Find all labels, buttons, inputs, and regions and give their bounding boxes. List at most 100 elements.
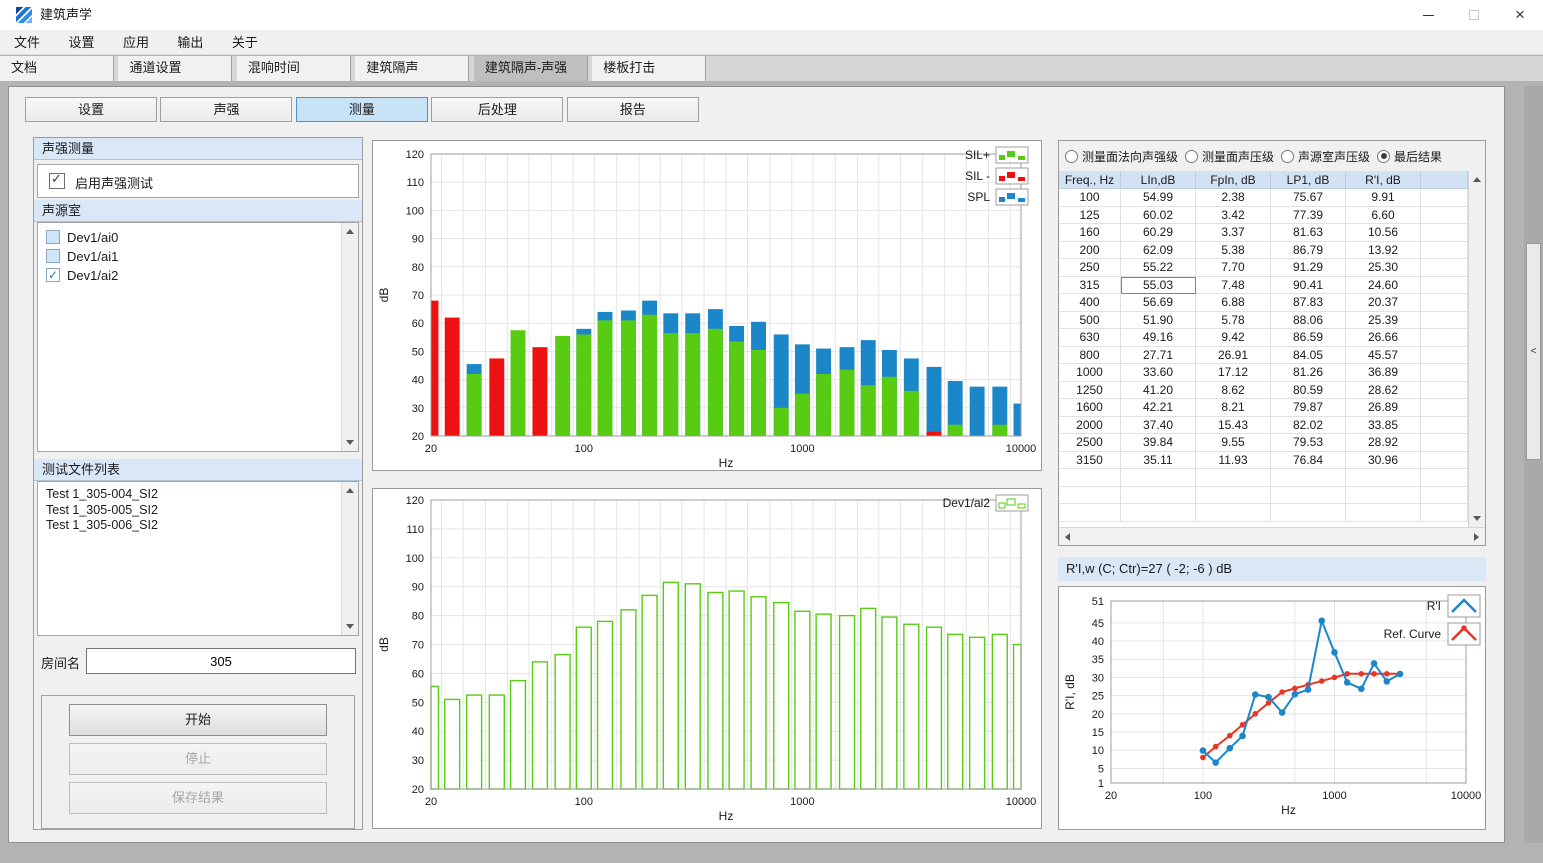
collapse-panel-button[interactable]: < bbox=[1526, 243, 1541, 460]
file-item[interactable]: Test 1_305-004_SI2 bbox=[38, 487, 358, 503]
table-cell[interactable]: 86.79 bbox=[1271, 242, 1346, 260]
table-cell[interactable]: 28.92 bbox=[1346, 434, 1421, 452]
table-cell[interactable] bbox=[1346, 504, 1421, 522]
table-cell[interactable]: 42.21 bbox=[1121, 399, 1196, 417]
menu-settings[interactable]: 设置 bbox=[56, 30, 106, 55]
table-cell[interactable]: 45.57 bbox=[1346, 347, 1421, 365]
table-cell[interactable] bbox=[1271, 504, 1346, 522]
table-cell[interactable]: 86.59 bbox=[1271, 329, 1346, 347]
table-cell[interactable]: 100 bbox=[1059, 189, 1121, 207]
table-cell[interactable]: 315 bbox=[1059, 277, 1121, 295]
scroll-up-icon[interactable] bbox=[346, 488, 354, 493]
table-cell[interactable]: 33.85 bbox=[1346, 417, 1421, 435]
table-cell[interactable]: 79.87 bbox=[1271, 399, 1346, 417]
table-cell[interactable] bbox=[1421, 452, 1468, 470]
subtab-measure[interactable]: 测量 bbox=[296, 97, 428, 122]
table-cell[interactable]: 90.41 bbox=[1271, 277, 1346, 295]
table-cell[interactable] bbox=[1421, 382, 1468, 400]
menu-output[interactable]: 输出 bbox=[165, 30, 215, 55]
scroll-down-icon[interactable] bbox=[346, 624, 354, 629]
menu-file[interactable]: 文件 bbox=[2, 30, 52, 55]
table-cell[interactable]: 25.39 bbox=[1346, 312, 1421, 330]
radio-source-room-spl[interactable]: 声源室声压级 bbox=[1281, 148, 1370, 165]
room-name-input[interactable] bbox=[86, 648, 356, 674]
menu-application[interactable]: 应用 bbox=[111, 30, 161, 55]
table-cell[interactable]: 91.29 bbox=[1271, 259, 1346, 277]
table-cell[interactable] bbox=[1421, 487, 1468, 505]
table-cell[interactable]: 30.96 bbox=[1346, 452, 1421, 470]
subtab-setup[interactable]: 设置 bbox=[25, 97, 157, 122]
tab-document[interactable]: 文档 bbox=[0, 56, 114, 81]
table-cell[interactable]: 2500 bbox=[1059, 434, 1121, 452]
table-cell[interactable]: 79.53 bbox=[1271, 434, 1346, 452]
table-cell[interactable]: 200 bbox=[1059, 242, 1121, 260]
table-cell[interactable]: 3.42 bbox=[1196, 207, 1271, 225]
table-cell[interactable]: 8.21 bbox=[1196, 399, 1271, 417]
table-cell[interactable]: 56.69 bbox=[1121, 294, 1196, 312]
table-cell[interactable]: 160 bbox=[1059, 224, 1121, 242]
table-cell[interactable] bbox=[1121, 504, 1196, 522]
table-cell[interactable] bbox=[1271, 487, 1346, 505]
table-cell[interactable]: 25.30 bbox=[1346, 259, 1421, 277]
close-button[interactable]: × bbox=[1497, 0, 1543, 30]
scroll-right-icon[interactable] bbox=[1474, 533, 1479, 541]
table-cell[interactable]: 51.90 bbox=[1121, 312, 1196, 330]
table-cell[interactable]: 27.71 bbox=[1121, 347, 1196, 365]
channel-item[interactable]: Dev1/ai0 bbox=[38, 228, 358, 247]
table-cell[interactable]: 75.67 bbox=[1271, 189, 1346, 207]
channel-item[interactable]: Dev1/ai1 bbox=[38, 247, 358, 266]
table-cell[interactable]: 54.99 bbox=[1121, 189, 1196, 207]
table-cell[interactable]: 77.39 bbox=[1271, 207, 1346, 225]
table-cell[interactable]: 800 bbox=[1059, 347, 1121, 365]
table-cell[interactable] bbox=[1196, 487, 1271, 505]
col-header-freq[interactable]: Freq., Hz bbox=[1059, 171, 1121, 189]
col-header-lp1[interactable]: LP1, dB bbox=[1271, 171, 1346, 189]
table-cell[interactable]: 500 bbox=[1059, 312, 1121, 330]
tab-building-insulation-intensity[interactable]: 建筑隔声-声强 bbox=[474, 56, 588, 81]
enable-intensity-checkbox[interactable] bbox=[49, 173, 65, 189]
table-cell[interactable]: 39.84 bbox=[1121, 434, 1196, 452]
table-cell[interactable]: 84.05 bbox=[1271, 347, 1346, 365]
scroll-up-icon[interactable] bbox=[346, 229, 354, 234]
table-cell[interactable]: 55.22 bbox=[1121, 259, 1196, 277]
table-cell[interactable] bbox=[1421, 417, 1468, 435]
table-cell[interactable]: 9.91 bbox=[1346, 189, 1421, 207]
file-item[interactable]: Test 1_305-005_SI2 bbox=[38, 503, 358, 519]
radio-final-result[interactable]: 最后结果 bbox=[1377, 148, 1442, 165]
table-cell[interactable] bbox=[1121, 469, 1196, 487]
table-cell[interactable]: 5.78 bbox=[1196, 312, 1271, 330]
channel-checkbox[interactable] bbox=[46, 230, 60, 244]
table-cell[interactable] bbox=[1421, 504, 1468, 522]
tab-channel-setup[interactable]: 通道设置 bbox=[118, 56, 232, 81]
radio-intensity-level[interactable]: 测量面法向声强级 bbox=[1065, 148, 1178, 165]
table-cell[interactable]: 33.60 bbox=[1121, 364, 1196, 382]
table-cell[interactable]: 35.11 bbox=[1121, 452, 1196, 470]
col-header-ri[interactable]: R'I, dB bbox=[1346, 171, 1421, 189]
table-cell[interactable]: 9.55 bbox=[1196, 434, 1271, 452]
table-cell[interactable]: 2.38 bbox=[1196, 189, 1271, 207]
table-cell[interactable]: 11.93 bbox=[1196, 452, 1271, 470]
table-horizontal-scrollbar[interactable] bbox=[1059, 527, 1485, 545]
table-cell[interactable] bbox=[1421, 207, 1468, 225]
table-cell[interactable]: 88.06 bbox=[1271, 312, 1346, 330]
table-cell[interactable]: 49.16 bbox=[1121, 329, 1196, 347]
table-cell[interactable]: 24.60 bbox=[1346, 277, 1421, 295]
col-header-fpin[interactable]: FpIn, dB bbox=[1196, 171, 1271, 189]
table-cell[interactable] bbox=[1421, 259, 1468, 277]
table-cell[interactable] bbox=[1346, 469, 1421, 487]
col-header-lin[interactable]: LIn,dB bbox=[1121, 171, 1196, 189]
tab-reverberation-time[interactable]: 混响时间 bbox=[237, 56, 351, 81]
table-cell[interactable] bbox=[1421, 329, 1468, 347]
channel-checkbox[interactable] bbox=[46, 268, 60, 282]
table-cell[interactable] bbox=[1421, 224, 1468, 242]
table-cell[interactable]: 37.40 bbox=[1121, 417, 1196, 435]
table-cell[interactable]: 400 bbox=[1059, 294, 1121, 312]
table-cell[interactable]: 17.12 bbox=[1196, 364, 1271, 382]
table-cell[interactable]: 250 bbox=[1059, 259, 1121, 277]
start-button[interactable]: 开始 bbox=[69, 704, 327, 736]
table-cell[interactable] bbox=[1196, 469, 1271, 487]
subtab-postprocess[interactable]: 后处理 bbox=[431, 97, 563, 122]
table-vertical-scrollbar[interactable] bbox=[1468, 171, 1485, 527]
table-cell[interactable] bbox=[1421, 364, 1468, 382]
table-cell[interactable] bbox=[1421, 189, 1468, 207]
